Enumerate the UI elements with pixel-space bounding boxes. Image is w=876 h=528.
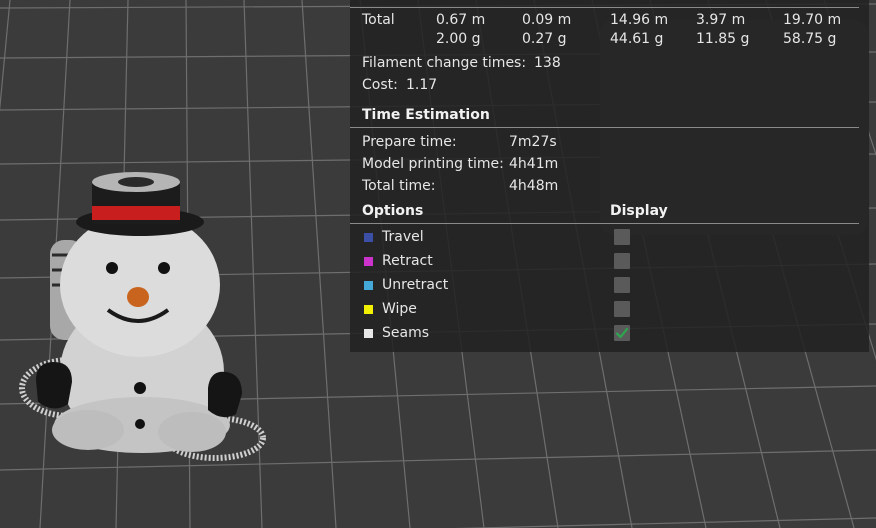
unretract-display-checkbox[interactable]: [614, 277, 630, 293]
snowman-model[interactable]: [0, 160, 280, 470]
total-length-2: 0.09 m: [522, 12, 572, 28]
divider: [350, 127, 859, 128]
cost-value: 1.17: [406, 77, 438, 93]
options-header: Options: [362, 203, 424, 219]
retract-label: Retract: [382, 253, 433, 269]
seams-color-swatch: [364, 329, 373, 338]
travel-label: Travel: [382, 229, 424, 245]
wipe-label: Wipe: [382, 301, 417, 317]
wipe-display-checkbox[interactable]: [614, 301, 630, 317]
wipe-color-swatch: [364, 305, 373, 314]
display-header: Display: [610, 203, 668, 219]
total-weight-3: 44.61 g: [610, 31, 664, 47]
retract-display-checkbox[interactable]: [614, 253, 630, 269]
unretract-color-swatch: [364, 281, 373, 290]
time-estimation-title: Time Estimation: [362, 107, 490, 123]
total-weight-2: 0.27 g: [522, 31, 567, 47]
checkmark-icon: [615, 327, 629, 339]
divider: [350, 7, 859, 8]
retract-color-swatch: [364, 257, 373, 266]
total-length-3: 14.96 m: [610, 12, 669, 28]
total-time-label: Total time:: [362, 178, 436, 194]
model-printing-time-value: 4h41m: [509, 156, 559, 172]
prepare-time-label: Prepare time:: [362, 134, 457, 150]
gcode-stats-panel: Total 0.67 m 0.09 m 14.96 m 3.97 m 19.70…: [350, 0, 869, 352]
travel-display-checkbox[interactable]: [614, 229, 630, 245]
total-label: Total: [362, 12, 395, 28]
total-weight-4: 11.85 g: [696, 31, 750, 47]
seams-label: Seams: [382, 325, 430, 341]
filament-change-label: Filament change times:: [362, 55, 527, 71]
filament-change-value: 138: [534, 55, 561, 71]
total-length-1: 0.67 m: [436, 12, 486, 28]
total-length-4: 3.97 m: [696, 12, 746, 28]
total-time-value: 4h48m: [509, 178, 559, 194]
seams-display-checkbox[interactable]: [614, 325, 630, 341]
cost-label: Cost:: [362, 77, 398, 93]
total-length-5: 19.70 m: [783, 12, 842, 28]
total-weight-1: 2.00 g: [436, 31, 481, 47]
total-weight-5: 58.75 g: [783, 31, 837, 47]
travel-color-swatch: [364, 233, 373, 242]
divider: [350, 223, 859, 224]
unretract-label: Unretract: [382, 277, 449, 293]
model-printing-time-label: Model printing time:: [362, 156, 504, 172]
prepare-time-value: 7m27s: [509, 134, 557, 150]
